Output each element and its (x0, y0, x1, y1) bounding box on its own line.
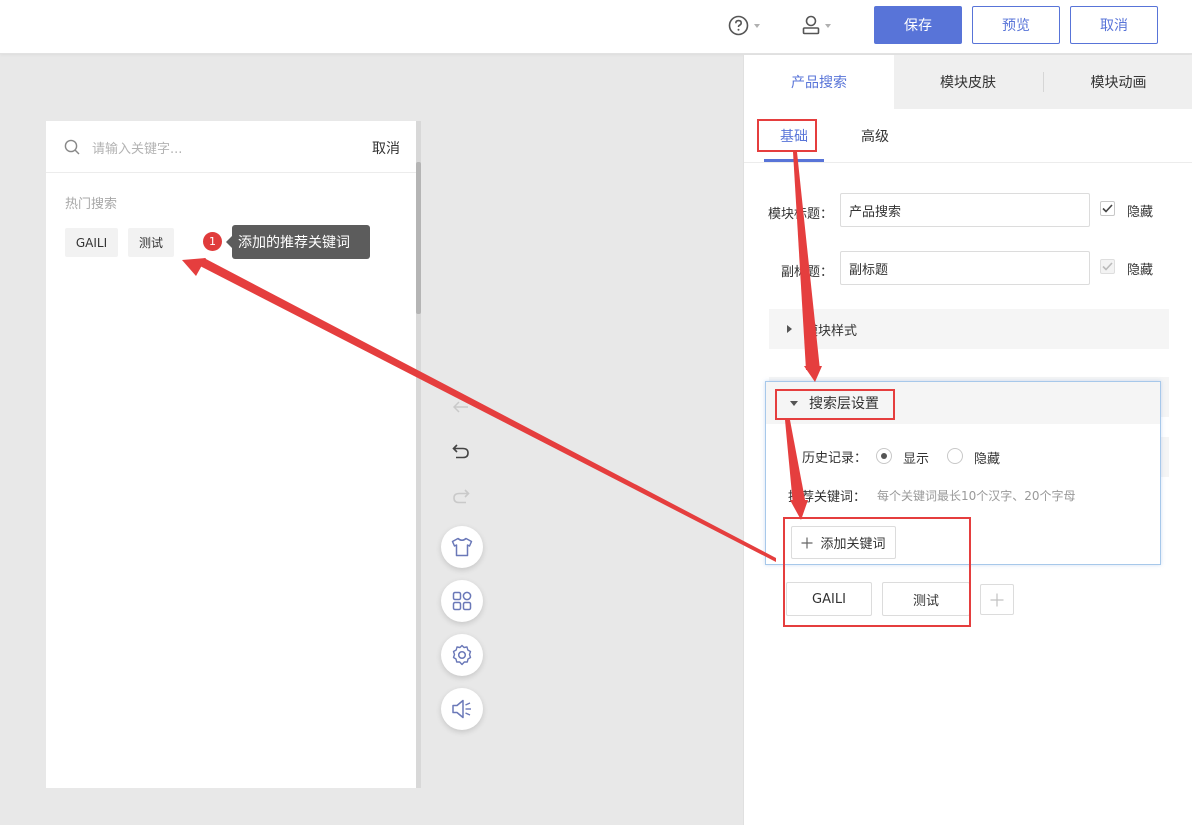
tab-product-search[interactable]: 产品搜索 (744, 55, 894, 109)
module-tool-button[interactable] (441, 580, 483, 622)
recommend-keywords-label: 推荐关键词： (788, 490, 867, 505)
history-hide-radio[interactable] (947, 448, 963, 464)
help-dropdown[interactable] (728, 12, 760, 38)
module-style-section[interactable]: 模块样式 (769, 309, 1169, 349)
hot-search-chip[interactable]: GAILI (65, 228, 118, 257)
preview-search-bar: 请输入关键字... 取消 (46, 121, 418, 173)
history-show-label: 显示 (903, 452, 930, 467)
panel-tabs: 产品搜索 模块皮肤 模块动画 (744, 55, 1192, 109)
redo-icon (453, 489, 470, 504)
user-icon (802, 15, 820, 35)
chevron-down-icon (825, 24, 831, 28)
tab-module-animation[interactable]: 模块动画 (1044, 55, 1192, 109)
search-icon (64, 139, 80, 155)
undo-tool[interactable] (450, 440, 472, 462)
preview-button[interactable]: 预览 (972, 6, 1060, 44)
history-hide-label: 隐藏 (974, 452, 1001, 467)
caret-right-icon (787, 325, 792, 333)
subtab-basic[interactable]: 基础 (780, 126, 808, 146)
settings-icon (452, 644, 472, 666)
preview-scrollbar-thumb[interactable] (416, 162, 421, 314)
subtab-advanced[interactable]: 高级 (861, 126, 889, 146)
tab-module-skin[interactable]: 模块皮肤 (894, 55, 1042, 109)
search-cancel-link[interactable]: 取消 (372, 138, 400, 158)
plus-icon (990, 593, 1004, 606)
history-show-radio[interactable] (876, 448, 892, 464)
subtitle-label: 副标题： (781, 265, 834, 280)
checkmark-icon (1102, 204, 1113, 213)
search-layer-title: 搜索层设置 (809, 396, 879, 412)
module-title-input[interactable]: 产品搜索 (840, 193, 1090, 227)
search-input[interactable]: 请输入关键字... (92, 138, 182, 157)
subtitle-hide-checkbox[interactable] (1100, 259, 1115, 274)
recommend-keywords-hint: 每个关键词最长10个汉字、20个字母 (877, 489, 1076, 503)
subtitle-hide-label: 隐藏 (1127, 263, 1154, 278)
skin-tool-button[interactable] (441, 526, 483, 568)
caret-down-icon (790, 400, 798, 406)
top-bar: 保存 预览 取消 (0, 0, 1192, 54)
add-keyword-tag-button[interactable] (980, 584, 1014, 615)
redo-tool[interactable] (450, 485, 472, 507)
panel-subtabs: 基础 高级 (744, 109, 1192, 163)
back-tool[interactable] (450, 396, 472, 418)
module-style-label: 模块样式 (805, 323, 858, 339)
step-badge: 1 (203, 232, 222, 251)
hot-search-title: 热门搜索 (65, 197, 118, 212)
grid-icon (452, 591, 472, 611)
mobile-preview: 请输入关键字... 取消 热门搜索 GAILI 测试 (46, 121, 418, 788)
question-circle-icon (728, 15, 749, 35)
subtitle-input[interactable]: 副标题 (840, 251, 1090, 285)
subtab-active-indicator (764, 159, 824, 162)
checkmark-icon (1102, 262, 1113, 271)
history-label: 历史记录： (802, 451, 868, 466)
search-layer-header[interactable]: 搜索层设置 (766, 382, 1160, 424)
user-dropdown[interactable] (802, 12, 831, 38)
hot-search-chip[interactable]: 测试 (128, 228, 174, 257)
chevron-down-icon (754, 24, 760, 28)
keyword-tag[interactable]: GAILI (786, 582, 872, 616)
speaker-icon (452, 699, 471, 719)
module-title-label: 模块标题： (768, 207, 834, 222)
add-keyword-button[interactable]: 添加关键词 (791, 526, 896, 559)
module-title-hide-label: 隐藏 (1127, 205, 1154, 220)
annotation-tooltip: 添加的推荐关键词 (226, 225, 370, 259)
undo-icon (452, 444, 469, 459)
shirt-icon (451, 537, 473, 557)
settings-panel: 产品搜索 模块皮肤 模块动画 基础 高级 模块标题： 产品搜索 隐藏 副标题： … (743, 55, 1192, 825)
module-title-hide-checkbox[interactable] (1100, 201, 1115, 216)
arrow-left-icon (453, 401, 468, 413)
keyword-tag[interactable]: 测试 (882, 582, 970, 616)
cancel-button[interactable]: 取消 (1070, 6, 1158, 44)
search-layer-panel: 搜索层设置 历史记录： 显示 隐藏 推荐关键词： 每个关键词最长10个汉字、20… (765, 381, 1161, 565)
sound-tool-button[interactable] (441, 688, 483, 730)
plus-icon (801, 537, 813, 548)
save-button[interactable]: 保存 (874, 6, 962, 44)
settings-tool-button[interactable] (441, 634, 483, 676)
add-keyword-label: 添加关键词 (820, 537, 886, 552)
